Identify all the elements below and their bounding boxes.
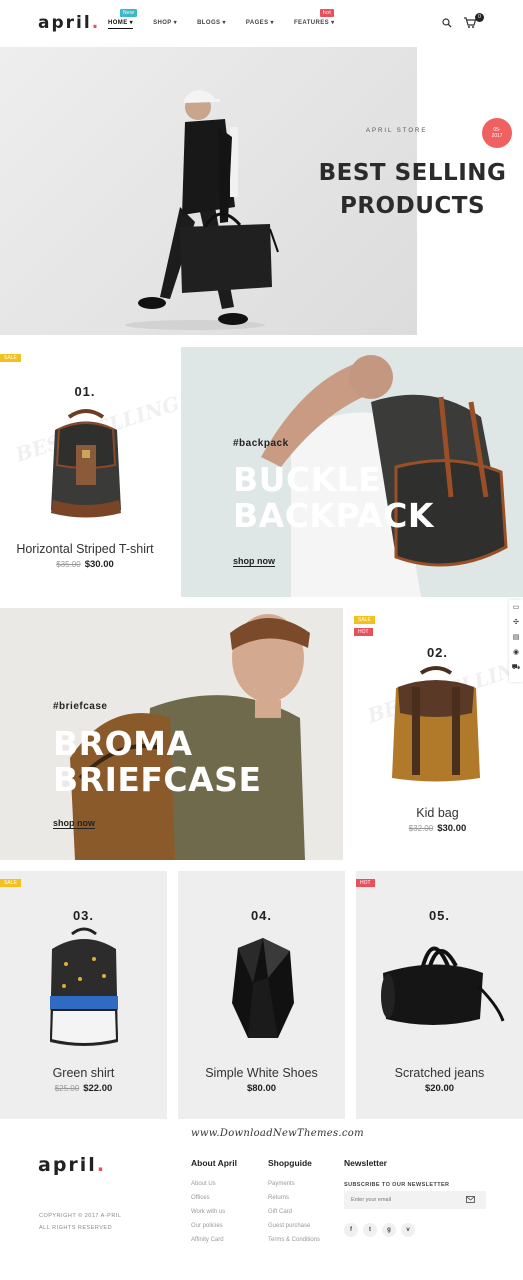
promo-hashtag: #backpack <box>233 438 289 449</box>
product-image-geometric-bag <box>232 938 294 1038</box>
sale-badge: SALE <box>0 879 21 887</box>
product-image-patterned-backpack <box>49 927 119 1046</box>
backpack-promo-banner[interactable]: #backpack BUCKLE BACKPACK shop now <box>181 347 523 597</box>
page: april. New HOME ▾ SHOP ▾ BLOGS ▾ PAGES ▾… <box>0 0 523 1280</box>
product-price: $35.00 $30.00 <box>56 559 114 570</box>
product-name[interactable]: Horizontal Striped T-shirt <box>0 542 170 556</box>
nav-item-pages[interactable]: PAGES ▾ <box>246 19 274 29</box>
product-price: $25.00 $22.00 <box>54 1083 113 1094</box>
twitter-icon[interactable]: t <box>363 1223 377 1237</box>
new-badge: New <box>120 9 138 17</box>
footer-link-offices[interactable]: Offices <box>191 1191 237 1205</box>
promo-title: BUCKLE BACKPACK <box>233 460 434 535</box>
product-number: 01. <box>74 384 96 399</box>
product-price: $80.00 <box>246 1083 277 1094</box>
search-icon[interactable] <box>442 18 452 28</box>
mail-icon[interactable] <box>466 1196 475 1203</box>
cart-count-badge: 0 <box>475 13 484 22</box>
shop-now-link[interactable]: shop now <box>233 556 275 567</box>
newsletter-email-input[interactable] <box>344 1191 486 1209</box>
briefcase-promo-banner[interactable]: #briefcase BROMA BRIEFCASE shop now <box>0 608 343 860</box>
hero-date-badge: 05- 2017 <box>482 118 512 148</box>
hot-badge: HOT <box>356 879 375 887</box>
document-icon[interactable]: ▤ <box>509 630 523 645</box>
footer-column-title: Shopguide <box>268 1158 312 1168</box>
promo-hashtag: #briefcase <box>53 701 108 712</box>
footer-link-payments[interactable]: Payments <box>268 1177 320 1191</box>
footer-link-terms[interactable]: Terms & Conditions <box>268 1233 320 1247</box>
nav-item-shop[interactable]: SHOP ▾ <box>153 19 177 29</box>
sale-badge: SALE <box>0 354 21 362</box>
shop-now-link[interactable]: shop now <box>53 818 95 829</box>
footer-about-column: About April About Us Offices Work with u… <box>191 1158 237 1247</box>
product-image-backpack <box>51 409 121 518</box>
product-name[interactable]: Kid bag <box>360 806 515 820</box>
footer-shopguide-column: Shopguide Payments Returns Gift Card Gue… <box>268 1158 320 1247</box>
product-price: $20.00 <box>424 1083 455 1094</box>
footer-logo[interactable]: april. <box>38 1154 106 1176</box>
product-card-1[interactable]: SALE 01. BEST SELLING Horizontal Striped… <box>0 347 182 597</box>
support-icon[interactable]: ◉ <box>509 645 523 660</box>
social-links: f t g v <box>344 1223 420 1237</box>
vimeo-icon[interactable]: v <box>401 1223 415 1237</box>
product-number: 04. <box>250 908 273 923</box>
product-number: 05. <box>428 908 451 923</box>
product-card-3[interactable]: SALE 03. Green shirt $25.00 $22.00 <box>0 871 167 1119</box>
main-nav: New HOME ▾ SHOP ▾ BLOGS ▾ PAGES ▾ hot FE… <box>108 9 355 29</box>
product-card-2[interactable]: SALE HOT 02. BEST SELLING Kid bag $32.00… <box>354 608 523 860</box>
footer-link-guest-purchase[interactable]: Guest purchase <box>268 1219 320 1233</box>
product-name[interactable]: Simple White Shoes <box>178 1066 345 1080</box>
settings-icon[interactable]: ✣ <box>509 615 523 630</box>
footer-newsletter-column: Newsletter <box>344 1158 387 1177</box>
footer-column-title: Newsletter <box>344 1158 387 1168</box>
nav-item-blogs[interactable]: BLOGS ▾ <box>197 19 226 29</box>
site-logo[interactable]: april. <box>38 13 100 33</box>
footer-link-about-us[interactable]: About Us <box>191 1177 237 1191</box>
footer-link-gift-card[interactable]: Gift Card <box>268 1205 320 1219</box>
newsletter-label: SUBSCRIBE TO OUR NEWSLETTER <box>344 1182 450 1188</box>
footer-link-our-policies[interactable]: Our policies <box>191 1219 237 1233</box>
hero-title: BEST SELLING PRODUCTS <box>318 160 507 219</box>
cart-icon[interactable]: ⛟ <box>509 660 523 675</box>
sale-badge: SALE <box>354 616 375 624</box>
nav-item-features[interactable]: hot FEATURES ▾ <box>294 9 335 29</box>
hot-badge: hot <box>319 9 335 17</box>
nav-item-home[interactable]: New HOME ▾ <box>108 9 138 29</box>
hero-store-tag: APRIL STORE <box>366 128 428 134</box>
product-number: 03. <box>72 908 95 923</box>
product-image-kid-bag <box>392 666 480 782</box>
site-watermark: www.DownloadNewThemes.com <box>191 1128 364 1139</box>
footer-link-affinity-card[interactable]: Affinity Card <box>191 1233 237 1247</box>
footer-column-title: About April <box>191 1158 237 1168</box>
side-toolbar: ▭ ✣ ▤ ◉ ⛟ <box>509 600 523 682</box>
product-number: 02. <box>426 645 449 660</box>
copyright-text: COPYRIGHT © 2017 A-PRIL ALL RIGHTS RESER… <box>39 1213 122 1231</box>
product-card-4[interactable]: 04. Simple White Shoes $80.00 <box>178 871 345 1119</box>
facebook-icon[interactable]: f <box>344 1223 358 1237</box>
footer-link-returns[interactable]: Returns <box>268 1191 320 1205</box>
product-name[interactable]: Scratched jeans <box>356 1066 523 1080</box>
product-price: $32.00 $30.00 <box>408 823 467 834</box>
google-plus-icon[interactable]: g <box>382 1223 396 1237</box>
product-image-duffel-bag <box>381 946 505 1025</box>
monitor-icon[interactable]: ▭ <box>509 600 523 615</box>
product-card-5[interactable]: HOT 05. Scratched jeans $20.00 <box>356 871 523 1119</box>
site-header: april. New HOME ▾ SHOP ▾ BLOGS ▾ PAGES ▾… <box>0 0 523 46</box>
footer-link-work-with-us[interactable]: Work with us <box>191 1205 237 1219</box>
product-name[interactable]: Green shirt <box>0 1066 167 1080</box>
hot-badge: HOT <box>354 628 373 636</box>
promo-title: BROMA BRIEFCASE <box>53 724 262 799</box>
